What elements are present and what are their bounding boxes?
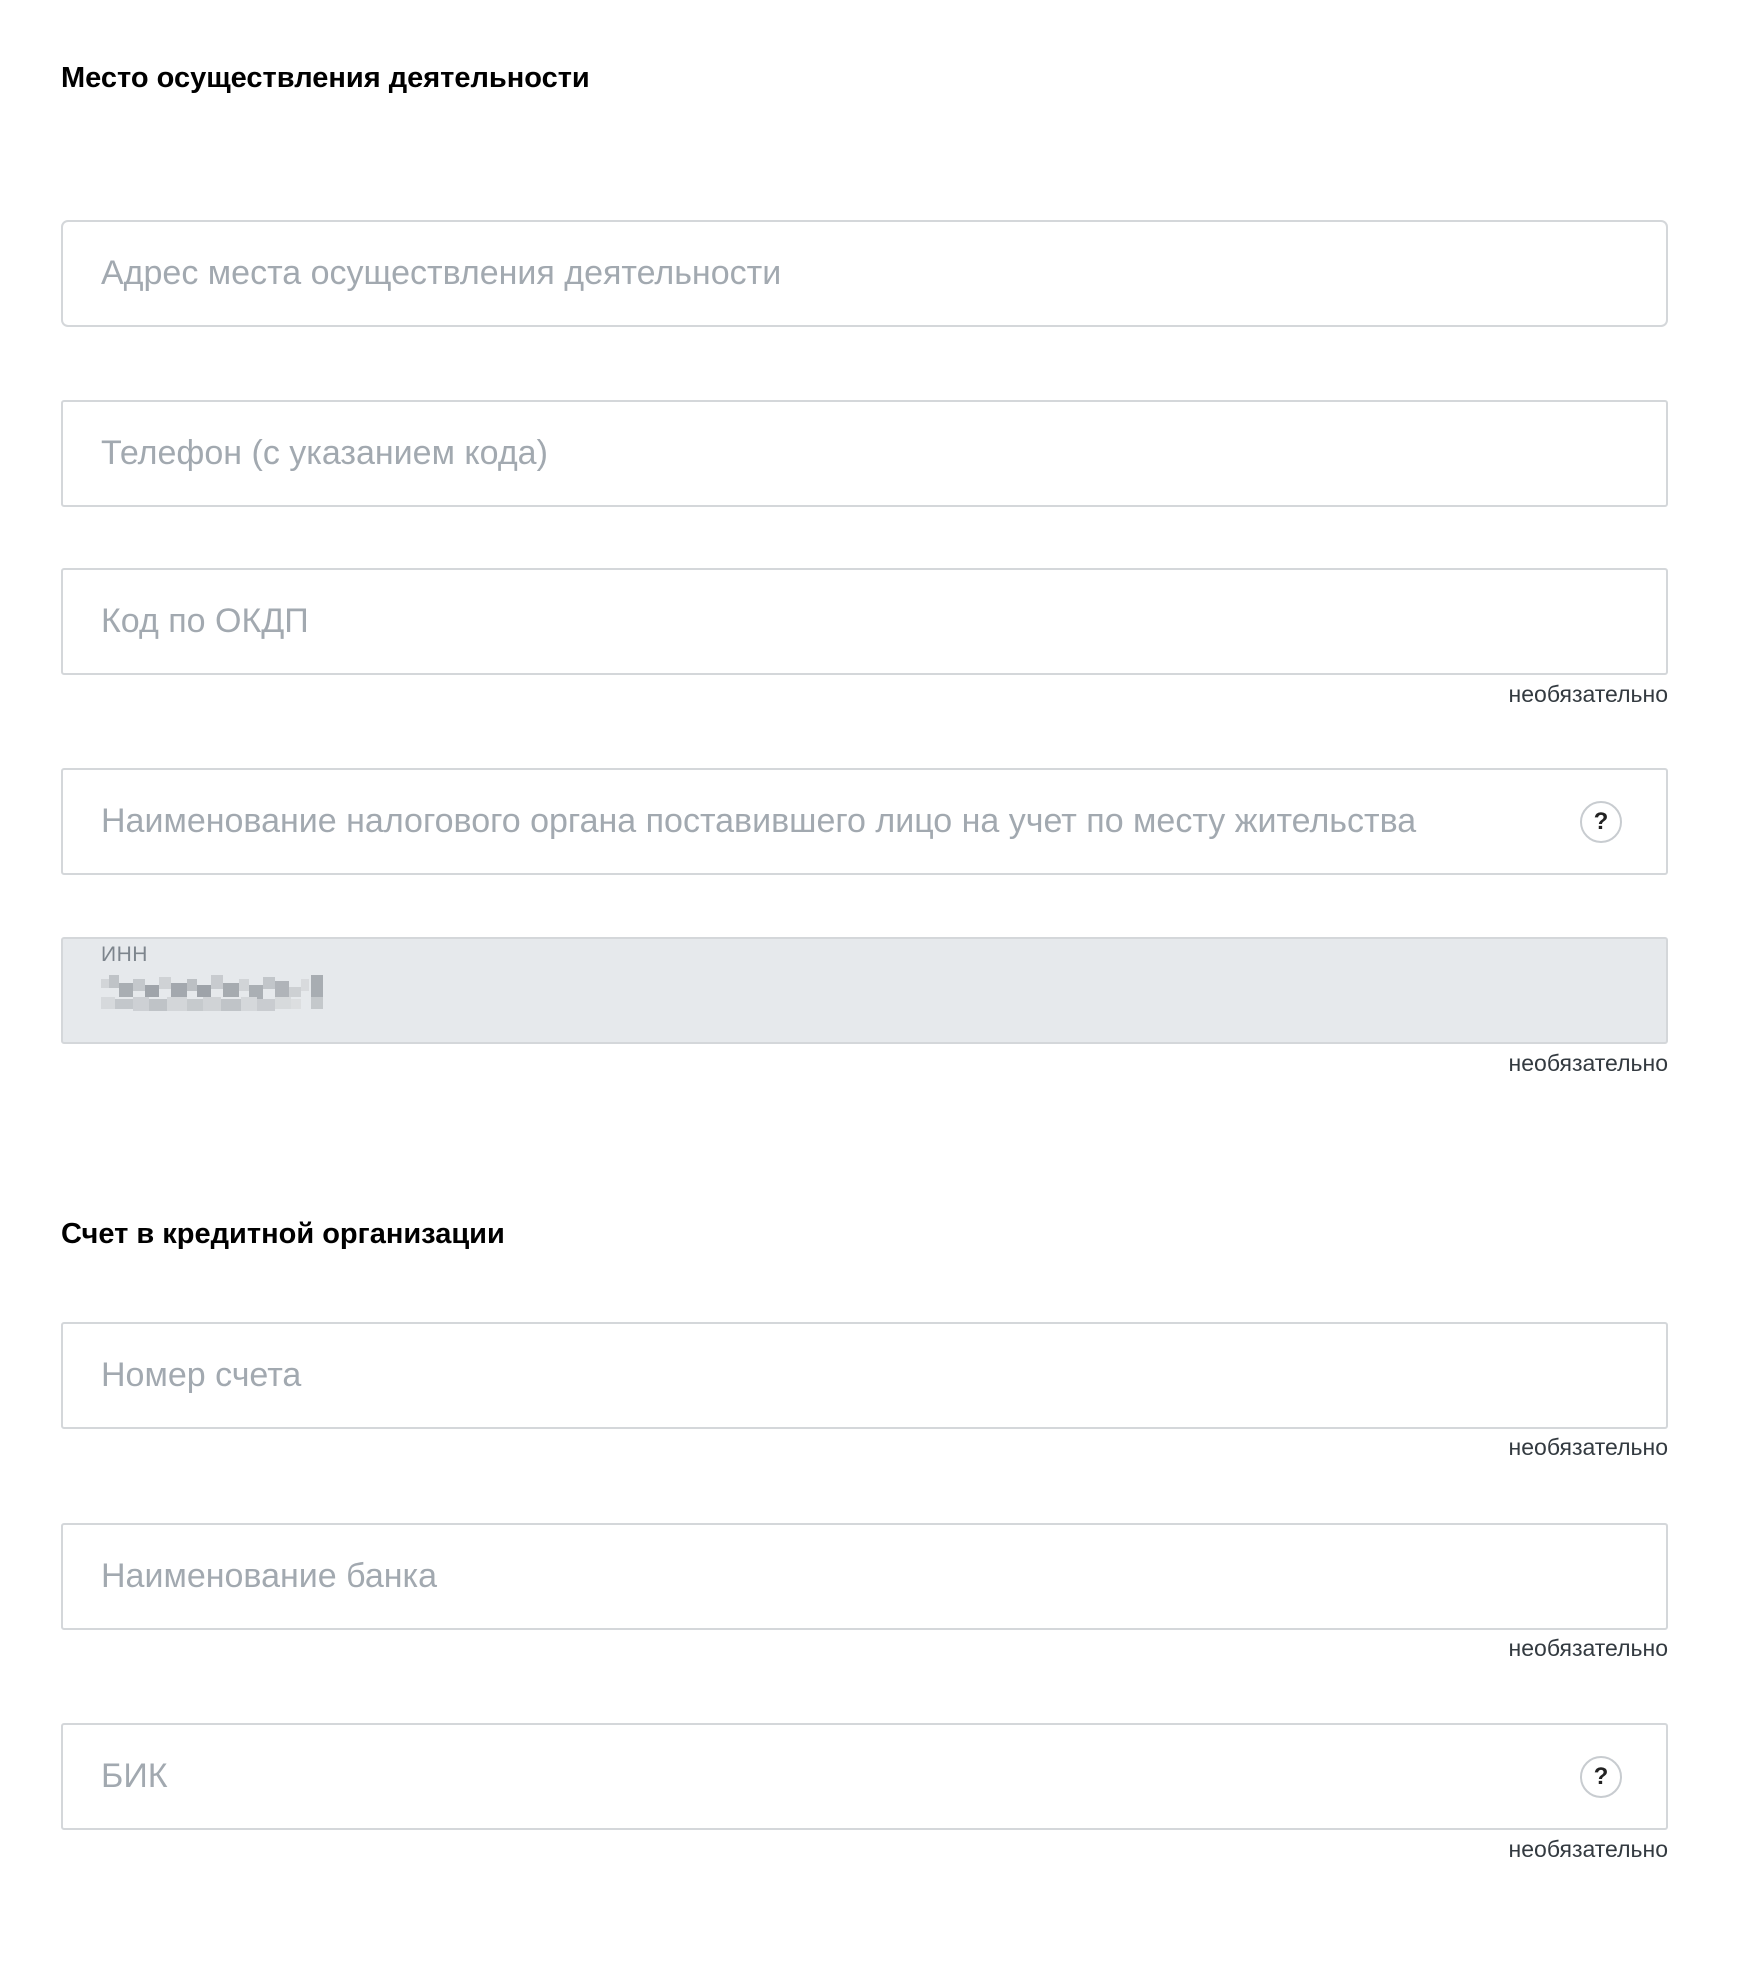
help-icon[interactable]: ?	[1580, 1755, 1622, 1798]
okdp-field[interactable]	[61, 568, 1668, 675]
bik-field[interactable]: ?	[61, 1723, 1668, 1830]
tax-authority-input[interactable]	[63, 770, 1666, 873]
inn-optional-hint: необязательно	[1508, 1050, 1668, 1076]
help-icon[interactable]: ?	[1580, 800, 1622, 843]
bik-input[interactable]	[63, 1725, 1666, 1828]
account-number-field[interactable]	[61, 1322, 1668, 1429]
redacted-value-icon	[101, 975, 323, 1011]
bank-name-input[interactable]	[63, 1525, 1666, 1628]
inn-label: ИНН	[101, 943, 148, 966]
section-title-activity: Место осуществления деятельности	[61, 62, 590, 94]
phone-field[interactable]	[61, 400, 1668, 507]
bank-name-optional-hint: необязательно	[1508, 1635, 1668, 1661]
account-optional-hint: необязательно	[1508, 1434, 1668, 1460]
address-input[interactable]	[63, 222, 1666, 325]
account-number-input[interactable]	[63, 1324, 1666, 1427]
address-field[interactable]	[61, 220, 1668, 327]
section-title-bank: Счет в кредитной организации	[61, 1218, 505, 1250]
inn-field: ИНН	[61, 937, 1668, 1044]
okdp-optional-hint: необязательно	[1508, 681, 1668, 707]
bank-name-field[interactable]	[61, 1523, 1668, 1630]
phone-input[interactable]	[63, 402, 1666, 505]
okdp-input[interactable]	[63, 570, 1666, 673]
bik-optional-hint: необязательно	[1508, 1836, 1668, 1862]
tax-authority-field[interactable]: ?	[61, 768, 1668, 875]
